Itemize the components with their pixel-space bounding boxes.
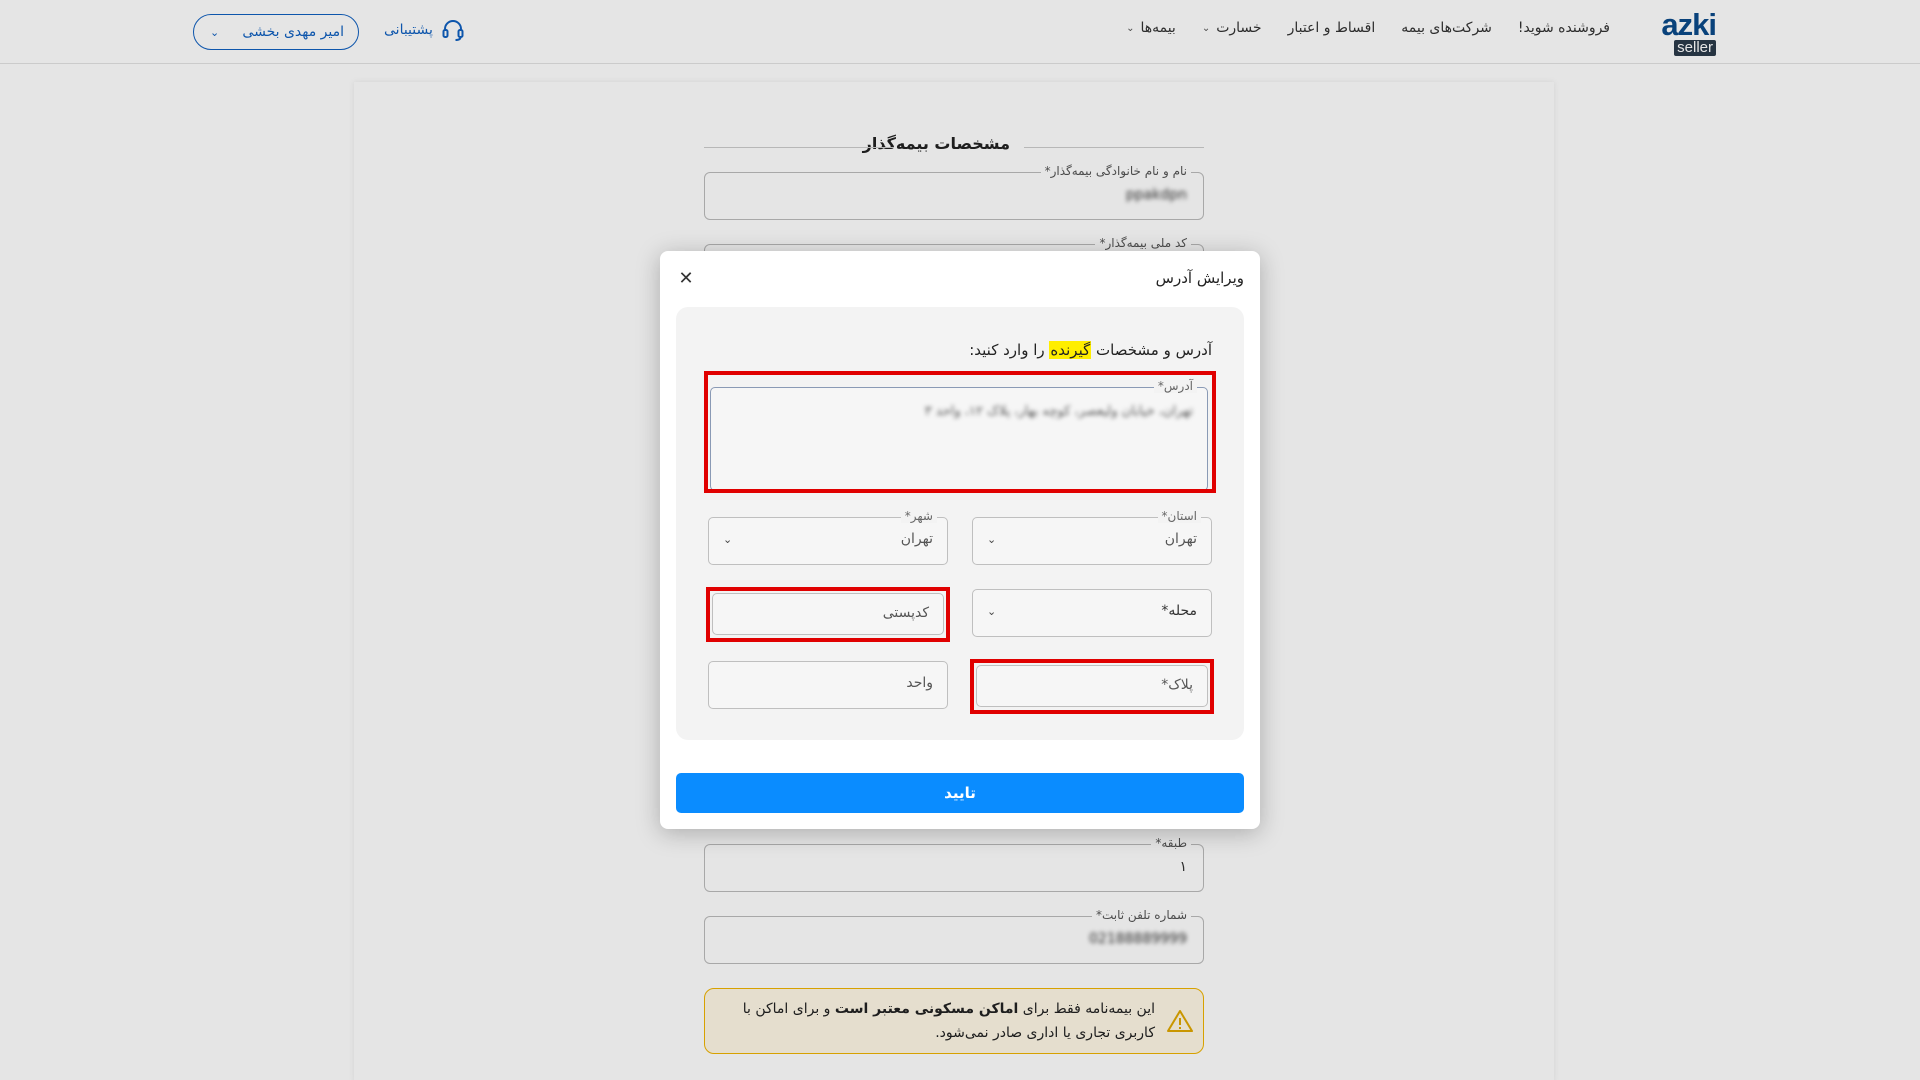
instruction-text: آدرس و مشخصات گیرنده را وارد کنید: — [969, 341, 1212, 359]
postal-code-input[interactable]: کدپستی — [712, 593, 944, 635]
district-select[interactable]: محله* ⌄ — [972, 589, 1212, 637]
chevron-down-icon: ⌄ — [987, 533, 997, 546]
postal-code-placeholder: کدپستی — [882, 605, 929, 621]
province-label: استان* — [1157, 509, 1201, 523]
address-textarea[interactable]: آدرس* تهران، خیابان ولیعصر، کوچه بهار، پ… — [710, 379, 1208, 491]
confirm-button[interactable]: تایید — [676, 773, 1244, 813]
unit-placeholder: واحد — [906, 675, 933, 691]
edit-address-modal: ویرایش آدرس ✕ آدرس و مشخصات گیرنده را وا… — [660, 251, 1260, 829]
address-value: تهران، خیابان ولیعصر، کوچه بهار، پلاک ۱۲… — [924, 404, 1193, 419]
plaque-placeholder: پلاک* — [1161, 677, 1193, 693]
address-label: آدرس* — [1153, 379, 1197, 393]
province-select[interactable]: استان* تهران ⌄ — [972, 509, 1212, 565]
address-form: آدرس و مشخصات گیرنده را وارد کنید: آدرس*… — [676, 307, 1244, 740]
instruction-part-2: را وارد کنید: — [969, 341, 1050, 359]
city-value: تهران — [900, 531, 933, 547]
district-placeholder: محله* — [1161, 603, 1197, 619]
close-icon[interactable]: ✕ — [674, 267, 698, 291]
instruction-part-1: آدرس و مشخصات — [1091, 341, 1212, 359]
plaque-input[interactable]: پلاک* — [976, 665, 1208, 707]
province-value: تهران — [1164, 531, 1197, 547]
chevron-down-icon: ⌄ — [723, 533, 733, 546]
chevron-down-icon: ⌄ — [987, 605, 997, 618]
modal-title: ویرایش آدرس — [1155, 269, 1244, 287]
unit-input[interactable]: واحد — [708, 661, 948, 709]
city-label: شهر* — [900, 509, 937, 523]
instruction-highlight: گیرنده — [1049, 341, 1092, 359]
city-select[interactable]: شهر* تهران ⌄ — [708, 509, 948, 565]
